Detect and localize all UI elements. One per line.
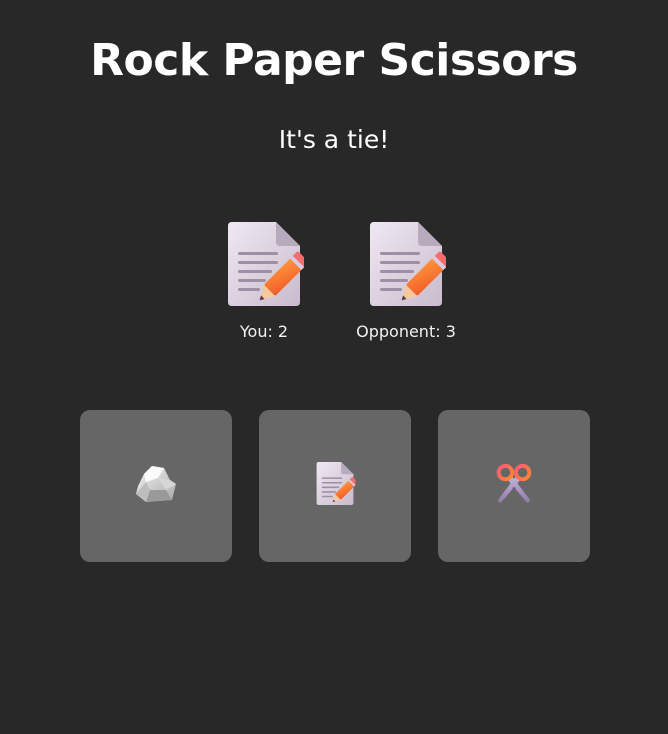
game-title: Rock Paper Scissors bbox=[90, 35, 578, 86]
result-text: It's a tie! bbox=[278, 125, 390, 154]
paper-pencil-icon bbox=[314, 461, 356, 511]
player-you: You: 2 bbox=[184, 220, 344, 342]
rock-icon bbox=[132, 460, 180, 512]
paper-pencil-icon bbox=[224, 220, 304, 310]
player-opponent: Opponent: 3 bbox=[326, 220, 486, 342]
scissors-icon bbox=[491, 461, 537, 511]
player-opponent-score: Opponent: 3 bbox=[356, 322, 456, 341]
paper-pencil-icon bbox=[366, 220, 446, 310]
scissors-button[interactable] bbox=[438, 410, 590, 562]
player-you-score: You: 2 bbox=[239, 322, 289, 341]
paper-button[interactable] bbox=[259, 410, 411, 562]
rock-button[interactable] bbox=[80, 410, 232, 562]
